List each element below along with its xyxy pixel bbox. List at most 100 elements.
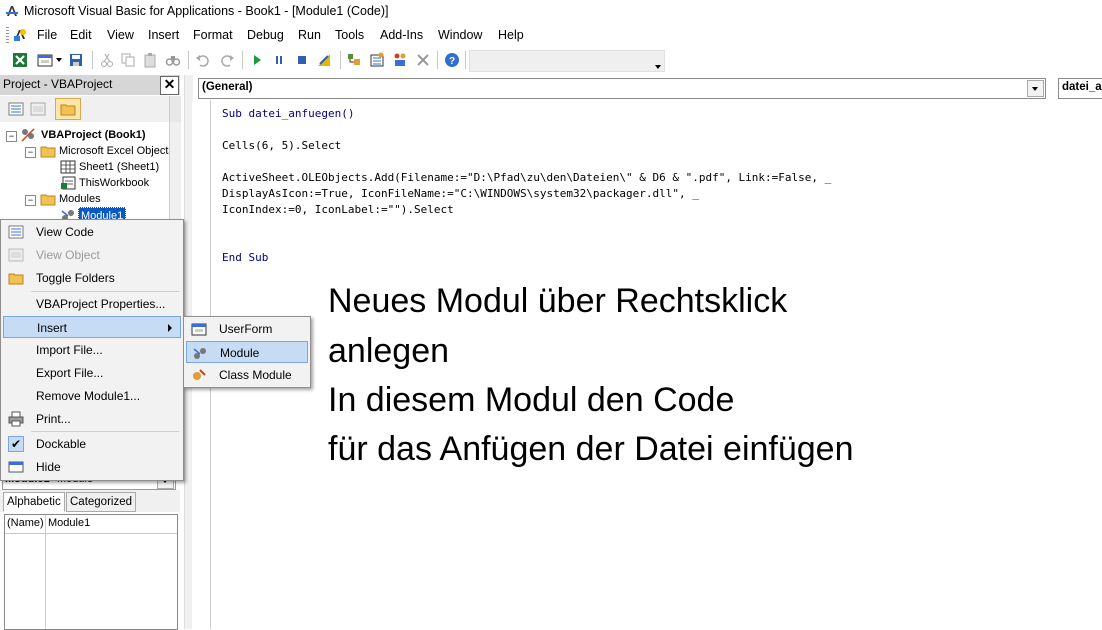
menu-insert[interactable]: Insert [148, 28, 179, 42]
menu-run[interactable]: Run [298, 28, 321, 42]
undo-icon[interactable] [195, 52, 211, 68]
submenu-item-module[interactable]: Module [186, 341, 308, 363]
excel-view-icon[interactable] [12, 27, 28, 43]
save-icon[interactable] [68, 52, 84, 68]
menu-item-hide[interactable]: Hide [3, 456, 181, 478]
menu-file[interactable]: File [37, 28, 57, 42]
collapse-icon[interactable]: − [25, 195, 36, 206]
submenu-item-userform[interactable]: UserForm [186, 318, 308, 340]
project-explorer-toolbar [0, 96, 181, 122]
menu-format[interactable]: Format [193, 28, 233, 42]
menu-debug[interactable]: Debug [247, 28, 284, 42]
menu-item-project-properties[interactable]: VBAProject Properties... [3, 293, 181, 315]
tree-thisworkbook[interactable]: ThisWorkbook [79, 175, 149, 191]
menu-item-export-file[interactable]: Export File... [3, 362, 181, 384]
folder-icon [40, 194, 56, 206]
menu-item-remove-module[interactable]: Remove Module1... [3, 385, 181, 407]
run-icon[interactable] [249, 52, 265, 68]
explorer-scrollbar[interactable] [169, 96, 181, 122]
project-explorer-title: Project - VBAProject ✕ [0, 75, 180, 95]
copy-icon[interactable] [120, 52, 136, 68]
menu-help[interactable]: Help [498, 28, 524, 42]
tree-excel-objects[interactable]: Microsoft Excel Objects [59, 143, 174, 159]
checkmark-icon: ✔ [8, 436, 24, 452]
toggle-folders-button[interactable] [55, 98, 81, 120]
object-combo-value: (General) [202, 81, 253, 93]
view-code-icon[interactable] [8, 101, 24, 117]
property-value[interactable]: Module1 [48, 517, 90, 529]
code-line[interactable]: Cells(6, 5).Select [222, 139, 341, 152]
help-icon[interactable]: ? [444, 52, 460, 68]
menu-add-ins[interactable]: Add-Ins [380, 28, 423, 42]
find-icon[interactable] [165, 52, 181, 68]
title-bar: Microsoft Visual Basic for Applications … [0, 0, 1102, 24]
menu-item-label: Export File... [36, 366, 104, 380]
design-mode-icon[interactable] [316, 52, 332, 68]
tree-root[interactable]: VBAProject (Book1) [41, 127, 146, 143]
tree-scrollbar[interactable] [169, 122, 181, 232]
project-explorer-title-text: Project - VBAProject [3, 77, 113, 91]
property-key: (Name) [7, 517, 44, 529]
annotation-line: Neues Modul über Rechtsklick [328, 282, 788, 320]
property-row[interactable]: (Name) Module1 [5, 515, 177, 534]
menu-item-import-file[interactable]: Import File... [3, 339, 181, 361]
menu-item-label: Module [220, 346, 260, 360]
menu-item-toggle-folders[interactable]: Toggle Folders [3, 267, 181, 289]
menu-item-print[interactable]: Print... [3, 408, 181, 430]
menu-window[interactable]: Window [438, 28, 482, 42]
menu-view[interactable]: View [107, 28, 134, 42]
menu-item-label: UserForm [219, 322, 273, 336]
break-icon[interactable] [271, 52, 287, 68]
properties-window-icon[interactable] [369, 52, 385, 68]
insert-userform-icon[interactable] [37, 52, 53, 68]
excel-icon[interactable] [12, 52, 28, 68]
menu-item-label: Insert [37, 321, 68, 335]
view-object-icon[interactable] [30, 101, 46, 117]
toolbar-options-icon[interactable] [655, 65, 661, 69]
cut-icon[interactable] [99, 52, 115, 68]
reset-icon[interactable] [294, 52, 310, 68]
folder-icon [40, 146, 56, 158]
menu-item-label: Remove Module1... [36, 389, 141, 403]
menu-item-view-code[interactable]: View Code [3, 221, 181, 243]
menubar-grip[interactable] [6, 27, 9, 43]
project-explorer-icon[interactable] [346, 52, 362, 68]
menu-item-insert[interactable]: Insert [3, 316, 181, 338]
view-code-icon [8, 225, 24, 239]
tree-modules[interactable]: Modules [59, 191, 101, 207]
paste-icon[interactable] [142, 52, 158, 68]
collapse-icon[interactable]: − [25, 147, 36, 158]
code-editor[interactable]: Sub datei_anfuegen() Cells(6, 5).Select … [211, 100, 1102, 629]
menu-item-dockable[interactable]: ✔ Dockable [3, 433, 181, 455]
standard-toolbar: ? [0, 48, 1102, 74]
code-line[interactable]: Sub datei_anfuegen() [222, 107, 354, 120]
code-line[interactable]: IconIndex:=0, IconLabel:="").Select [222, 203, 454, 216]
toolbox-icon[interactable] [415, 52, 431, 68]
menu-item-view-object[interactable]: View Object [3, 244, 181, 266]
code-line[interactable]: DisplayAsIcon:=True, IconFileName:="C:\W… [222, 187, 699, 200]
object-combo[interactable]: (General) [198, 78, 1046, 99]
vba-app-icon [6, 6, 18, 16]
menu-item-label: Toggle Folders [36, 271, 115, 285]
insert-dropdown-icon[interactable] [56, 58, 62, 62]
tab-alphabetic[interactable]: Alphabetic [3, 492, 65, 512]
insert-submenu: UserForm Module Class Module [183, 316, 311, 388]
properties-grid: (Name) Module1 [4, 514, 178, 630]
window-title: Microsoft Visual Basic for Applications … [24, 4, 389, 18]
menu-tools[interactable]: Tools [335, 28, 364, 42]
folder-icon [8, 273, 24, 285]
tab-categorized[interactable]: Categorized [66, 492, 137, 512]
printer-icon [8, 411, 24, 427]
menu-edit[interactable]: Edit [70, 28, 92, 42]
tree-sheet1[interactable]: Sheet1 (Sheet1) [79, 159, 159, 175]
procedure-combo[interactable]: datei_a [1058, 78, 1102, 99]
close-icon[interactable]: ✕ [160, 76, 179, 95]
module-icon [193, 348, 206, 359]
chevron-down-icon[interactable] [1027, 80, 1044, 97]
collapse-icon[interactable]: − [6, 131, 17, 142]
submenu-item-class-module[interactable]: Class Module [186, 364, 308, 386]
code-line[interactable]: ActiveSheet.OLEObjects.Add(Filename:="D:… [222, 171, 831, 184]
object-browser-icon[interactable] [392, 52, 408, 68]
redo-icon[interactable] [219, 52, 235, 68]
code-line[interactable]: End Sub [222, 251, 268, 264]
